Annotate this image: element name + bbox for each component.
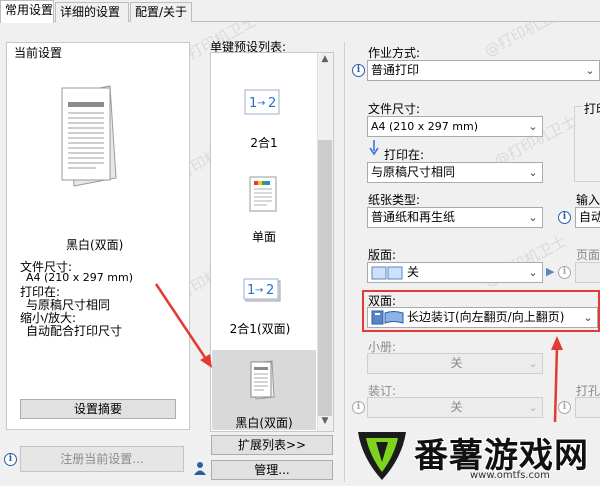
preset-list-scroll-thumb[interactable] bbox=[318, 140, 332, 416]
binding-value: 关 bbox=[450, 400, 463, 414]
duplex-select[interactable]: 长边装订(向左翻页/向上翻页) ⌄ bbox=[367, 307, 598, 328]
svg-text:2: 2 bbox=[266, 283, 274, 298]
preset-bw-duplex-label[interactable]: 黑白(双面) bbox=[212, 414, 316, 431]
chevron-down-icon: ⌄ bbox=[528, 357, 538, 370]
chevron-down-icon: ⌄ bbox=[528, 266, 538, 279]
duplex-binding-icon bbox=[371, 310, 405, 325]
print-on-setting-label: 打印在: bbox=[384, 148, 425, 162]
color-mode-text: 黑白(双面) bbox=[66, 238, 124, 252]
preset-2in1-label[interactable]: 2合1 bbox=[214, 134, 314, 151]
tab-config-about[interactable]: 配置/关于 bbox=[130, 2, 192, 22]
input-tray-info-icon[interactable]: i bbox=[558, 211, 571, 224]
preset-single-sided-icon[interactable] bbox=[249, 176, 277, 212]
preset-2in1-icon[interactable]: 1 → 2 bbox=[244, 86, 280, 118]
chevron-down-icon: ⌄ bbox=[528, 120, 538, 133]
chevron-down-icon: ⌄ bbox=[583, 311, 593, 324]
booklet-select[interactable]: 关 ⌄ bbox=[367, 353, 543, 374]
svg-text:2: 2 bbox=[268, 96, 276, 111]
tab-detailed-settings[interactable]: 详细的设置 bbox=[55, 2, 129, 22]
binding-select[interactable]: 关 ⌄ bbox=[367, 397, 543, 418]
job-type-label: 作业方式: bbox=[368, 46, 421, 60]
expand-list-button[interactable]: 扩展列表>> bbox=[211, 435, 333, 455]
current-settings-title: 当前设置 bbox=[14, 46, 63, 60]
page-order-select[interactable] bbox=[575, 262, 600, 283]
play-arrow-icon: ▶ bbox=[546, 265, 555, 278]
binding-info-icon[interactable]: i bbox=[352, 401, 365, 414]
layout-select[interactable]: 关 ⌄ bbox=[367, 262, 543, 283]
scroll-down-arrow-icon[interactable]: ▼ bbox=[317, 416, 333, 430]
paper-type-value: 普通纸和再生纸 bbox=[371, 210, 456, 224]
preset-2in1-duplex-icon[interactable]: 1 → 2 bbox=[243, 278, 281, 304]
page-order-info-icon[interactable]: i bbox=[558, 266, 571, 279]
red-arrow-annotation-right bbox=[546, 334, 566, 424]
print-on-arrow-icon bbox=[369, 140, 379, 156]
settings-summary-button[interactable]: 设置摘要 bbox=[20, 399, 176, 419]
site-logo-url: www.omtfs.com bbox=[470, 470, 550, 481]
chevron-down-icon: ⌄ bbox=[528, 401, 538, 414]
paper-size-setting-value: A4 (210 x 297 mm) bbox=[371, 120, 479, 133]
manage-button[interactable]: 管理... bbox=[211, 460, 333, 480]
svg-text:→: → bbox=[257, 98, 265, 109]
right-divider bbox=[344, 42, 345, 482]
chevron-down-icon: ⌄ bbox=[585, 64, 595, 77]
orientation-label: 打印 bbox=[583, 100, 600, 117]
print-on-setting-value: 与原稿尺寸相同 bbox=[371, 165, 456, 179]
chevron-down-icon: ⌄ bbox=[528, 166, 538, 179]
user-icon bbox=[194, 461, 206, 475]
job-type-value: 普通打印 bbox=[371, 63, 420, 77]
paper-size-select[interactable]: A4 (210 x 297 mm) ⌄ bbox=[367, 116, 543, 137]
job-type-select[interactable]: 普通打印 ⌄ bbox=[367, 60, 600, 81]
chevron-down-icon: ⌄ bbox=[528, 211, 538, 224]
paper-size-setting-label: 文件尺寸: bbox=[368, 102, 421, 116]
layout-label: 版面: bbox=[368, 248, 397, 262]
layout-icon bbox=[371, 266, 403, 280]
site-logo-icon bbox=[352, 428, 412, 484]
booklet-value: 关 bbox=[450, 356, 463, 370]
layout-value: 关 bbox=[407, 265, 420, 279]
preset-bw-duplex-icon[interactable] bbox=[250, 360, 276, 400]
preset-2in1-duplex-label[interactable]: 2合1(双面) bbox=[210, 320, 310, 337]
register-current-settings-button[interactable]: 注册当前设置... bbox=[20, 446, 184, 472]
info-icon: i bbox=[4, 453, 17, 466]
input-tray-select[interactable]: 自动 bbox=[575, 207, 600, 228]
paper-type-label: 纸张类型: bbox=[368, 193, 421, 207]
job-type-info-icon[interactable]: i bbox=[352, 64, 365, 77]
svg-text:→: → bbox=[255, 285, 263, 296]
scale-value: 自动配合打印尺寸 bbox=[26, 324, 123, 338]
duplex-value: 长边装订(向左翻页/向上翻页) bbox=[407, 310, 565, 324]
document-preview-icon bbox=[60, 80, 124, 190]
scroll-up-arrow-icon[interactable]: ▲ bbox=[317, 54, 333, 68]
preset-single-sided-label[interactable]: 单面 bbox=[214, 228, 314, 245]
punch-select[interactable] bbox=[575, 397, 600, 418]
tab-common-settings[interactable]: 常用设置 bbox=[0, 0, 54, 23]
input-tray-label: 输入 bbox=[576, 193, 600, 207]
print-on-select[interactable]: 与原稿尺寸相同 ⌄ bbox=[367, 162, 543, 183]
orientation-group-border bbox=[574, 106, 600, 182]
paper-type-select[interactable]: 普通纸和再生纸 ⌄ bbox=[367, 207, 543, 228]
red-arrow-annotation-left bbox=[150, 278, 220, 374]
input-tray-value: 自动 bbox=[579, 210, 600, 224]
page-order-label: 页面 bbox=[576, 248, 600, 262]
